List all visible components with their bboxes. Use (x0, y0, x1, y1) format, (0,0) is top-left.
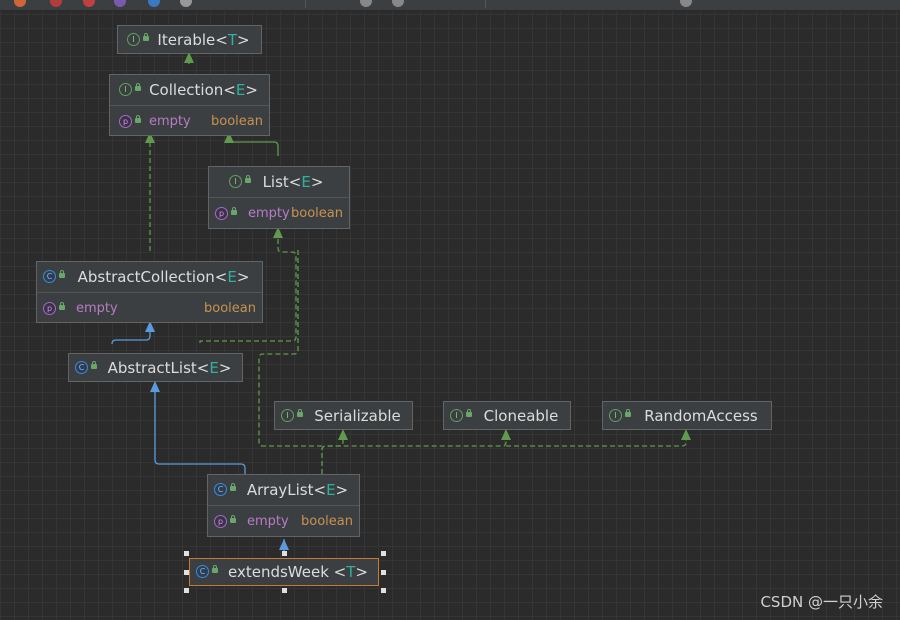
node-title: Iterable<T> (157, 30, 250, 49)
class-icon: C (43, 270, 56, 283)
node-iterable[interactable]: I Iterable<T> (117, 25, 262, 54)
edge-arraylist-implements-randomaccess (506, 429, 691, 447)
class-name: AbstractCollection (77, 268, 215, 286)
class-name: RandomAccess (644, 406, 758, 425)
node-abstract-collection[interactable]: C AbstractCollection<E> p empty boolean (36, 261, 263, 323)
toolbar-button[interactable] (83, 0, 95, 7)
class-name: AbstractList (107, 358, 197, 377)
interface-icon: I (119, 83, 132, 96)
property-icon: p (119, 115, 132, 128)
class-name: Serializable (314, 406, 401, 425)
node-title: extendsWeek <T> (228, 563, 368, 581)
property-type: boolean (211, 114, 263, 129)
node-title: ArrayList<E> (246, 481, 349, 499)
toolbar-button[interactable] (114, 0, 126, 7)
public-lock-icon (212, 565, 218, 573)
node-collection[interactable]: I Collection<E> p empty boolean (109, 74, 270, 136)
toolbar-button[interactable] (360, 0, 372, 7)
public-lock-icon (625, 409, 631, 417)
property-name: empty (149, 114, 191, 129)
property-row[interactable]: p empty boolean (110, 105, 269, 137)
node-array-list[interactable]: C ArrayList<E> p empty boolean (207, 474, 360, 537)
property-row[interactable]: p empty boolean (37, 292, 262, 324)
type-parameter: T (227, 30, 237, 49)
selection-handle[interactable] (184, 551, 189, 556)
property-row[interactable]: p empty boolean (209, 197, 349, 229)
selection-handle[interactable] (381, 551, 386, 556)
type-parameter: E (209, 358, 219, 377)
edge-arraylist-implements-serializable (321, 429, 348, 474)
public-lock-icon (135, 83, 141, 91)
class-name: Cloneable (483, 406, 559, 425)
class-icon: C (196, 565, 209, 578)
interface-icon: I (229, 175, 242, 188)
node-title: List<E> (262, 173, 324, 191)
public-lock-icon (231, 207, 237, 215)
selection-handle[interactable] (381, 588, 386, 593)
public-lock-icon (245, 175, 251, 183)
node-random-access[interactable]: I RandomAccess (602, 401, 772, 430)
diagram-canvas: I Iterable<T> I Collection<E> p empty bo… (0, 10, 900, 620)
toolbar-button[interactable] (680, 0, 692, 7)
node-title: AbstractList<E> (107, 358, 232, 377)
watermark: CSDN @一只小余 (760, 593, 883, 611)
property-icon: p (43, 302, 56, 315)
toolbar-button[interactable] (148, 0, 160, 7)
toolbar-button[interactable] (14, 0, 26, 7)
node-serializable[interactable]: I Serializable (274, 401, 413, 430)
node-list[interactable]: I List<E> p empty boolean (208, 166, 350, 229)
selection-handle[interactable] (282, 588, 287, 593)
type-parameter: E (326, 481, 336, 499)
selection-handle[interactable] (381, 570, 386, 575)
class-name: Collection (149, 81, 224, 99)
property-type: boolean (301, 514, 353, 529)
property-icon: p (214, 515, 227, 528)
edge-abstractlist-extends-abstractcollection (111, 321, 155, 345)
selection-handle[interactable] (184, 588, 189, 593)
type-parameter: E (301, 173, 311, 191)
property-type: boolean (204, 301, 256, 316)
public-lock-icon (59, 302, 65, 310)
property-name: empty (248, 206, 290, 221)
toolbar-separator (305, 0, 306, 8)
selection-handle[interactable] (282, 551, 287, 556)
interface-icon: I (281, 409, 294, 422)
class-icon: C (214, 483, 227, 496)
interface-icon: I (450, 409, 463, 422)
class-name: Iterable (157, 30, 216, 49)
interface-icon: I (127, 33, 140, 46)
node-extends-week[interactable]: C extendsWeek <T> (189, 558, 379, 586)
public-lock-icon (297, 409, 303, 417)
property-icon: p (215, 207, 228, 220)
property-name: empty (247, 514, 289, 529)
node-title: AbstractCollection<E> (77, 268, 250, 286)
edge-arraylist-implements-cloneable (321, 429, 511, 451)
node-cloneable[interactable]: I Cloneable (443, 401, 571, 430)
node-abstract-list[interactable]: C AbstractList<E> (68, 353, 243, 382)
toolbar-separator (485, 0, 486, 8)
property-type: boolean (291, 206, 343, 221)
public-lock-icon (91, 361, 97, 369)
toolbar-button[interactable] (392, 0, 404, 7)
class-name: List (262, 173, 289, 191)
property-name: empty (76, 301, 118, 316)
property-row[interactable]: p empty boolean (208, 505, 359, 537)
public-lock-icon (230, 483, 236, 491)
public-lock-icon (230, 515, 236, 523)
public-lock-icon (59, 270, 65, 278)
selection-handle[interactable] (184, 570, 189, 575)
type-parameter: E (227, 268, 237, 286)
toolbar-button[interactable] (50, 0, 62, 7)
toolbar-button[interactable] (180, 0, 192, 7)
interface-icon: I (609, 409, 622, 422)
class-icon: C (75, 361, 88, 374)
public-lock-icon (135, 115, 141, 123)
edge-arraylist-extends-abstractlist (150, 381, 246, 474)
class-name: ArrayList (246, 481, 314, 499)
type-parameter: E (235, 81, 246, 99)
public-lock-icon (143, 33, 149, 41)
public-lock-icon (466, 409, 472, 417)
class-name: extendsWeek (228, 563, 329, 581)
node-title: Collection<E> (149, 81, 258, 99)
